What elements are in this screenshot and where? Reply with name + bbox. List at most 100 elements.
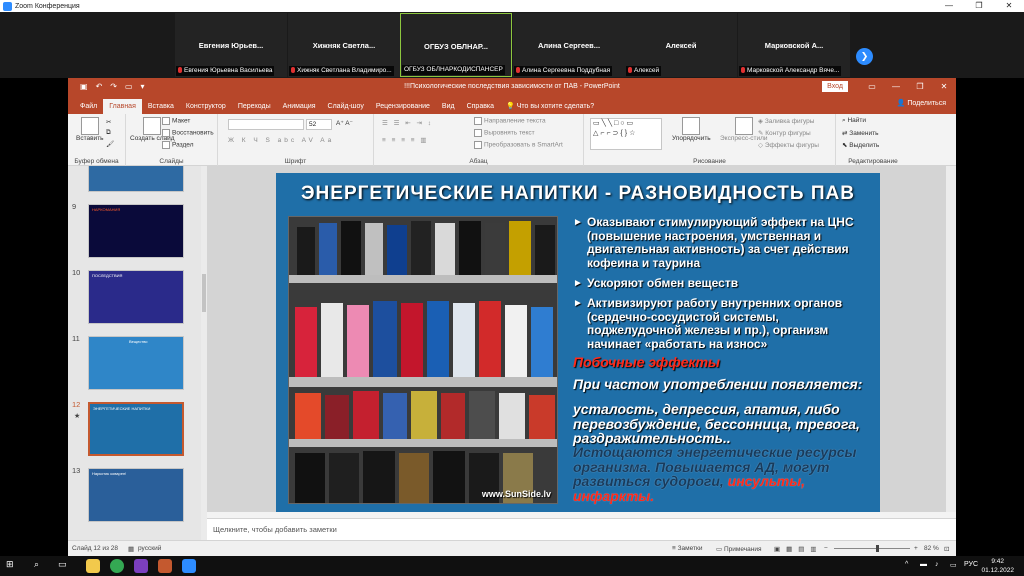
- symptoms-text[interactable]: усталость, депрессия, апатия, либо перев…: [573, 402, 878, 446]
- slide-thumbnail[interactable]: 9 НАРКОМАНИЯ: [68, 202, 201, 262]
- minimize-icon[interactable]: —: [884, 78, 908, 95]
- tab-insert[interactable]: Вставка: [142, 99, 180, 114]
- paste-button[interactable]: Вставить: [76, 117, 104, 142]
- battery-icon[interactable]: ▭: [950, 561, 957, 569]
- zoom-taskbar-icon[interactable]: [182, 559, 196, 573]
- participant-tile[interactable]: Марковской А... Марковской Александр Вяч…: [738, 13, 850, 77]
- shapes-gallery[interactable]: ▭╲╲□○▭ △⌐⌐⊃{}☆: [590, 118, 662, 150]
- align-text-button[interactable]: Выровнять текст: [474, 129, 535, 137]
- zoom-out-icon[interactable]: −: [824, 545, 828, 552]
- section-button[interactable]: Раздел: [162, 141, 193, 149]
- slide-thumbnail[interactable]: 11 Вещество: [68, 334, 201, 394]
- side-effects-heading[interactable]: Побочные эффекты: [573, 354, 720, 370]
- editor-scrollbar[interactable]: [946, 166, 956, 512]
- view-buttons[interactable]: ▣▦▤▥: [774, 545, 823, 553]
- font-name-combo[interactable]: [228, 119, 304, 130]
- layout-button[interactable]: Макет: [162, 117, 190, 125]
- align-buttons[interactable]: ≡ ≡ ≡ ≡ ▥: [382, 136, 429, 144]
- tab-transitions[interactable]: Переходы: [232, 99, 277, 114]
- participant-tile[interactable]: Евгения Юрьев... Евгения Юрьевна Василье…: [175, 13, 287, 77]
- ribbon-display-icon[interactable]: ▭: [860, 78, 884, 95]
- smartart-button[interactable]: Преобразовать в SmartArt: [474, 141, 563, 149]
- maximize-icon[interactable]: ❐: [964, 0, 994, 12]
- slide-thumbnail[interactable]: 10 ПОСЛЕДСТВИЯ: [68, 268, 201, 328]
- app-icon[interactable]: [134, 559, 148, 573]
- redo-icon[interactable]: ↷: [110, 82, 117, 91]
- chrome-icon[interactable]: [110, 559, 124, 573]
- comments-button[interactable]: ▭ Примечания: [716, 545, 761, 553]
- zoom-in-icon[interactable]: +: [914, 545, 918, 552]
- zoom-slider-thumb[interactable]: [876, 545, 879, 552]
- customize-toolbar-icon[interactable]: ▾: [141, 82, 145, 91]
- bullet-stimulating-effect[interactable]: ► Оказывают стимулирующий эффект на ЦНС …: [573, 215, 873, 270]
- search-icon[interactable]: ⌕: [34, 559, 39, 570]
- spellcheck-icon[interactable]: ▦: [128, 545, 134, 553]
- notes-pane[interactable]: Щелкните, чтобы добавить заметки: [207, 518, 956, 540]
- list-buttons[interactable]: ☰ ☰ ⇤ ⇥ ↕: [382, 119, 433, 127]
- replace-button[interactable]: ⇄ Заменить: [842, 129, 878, 137]
- shape-effects-button[interactable]: ◇ Эффекты фигуры: [758, 141, 819, 149]
- tab-file[interactable]: Файл: [74, 99, 103, 114]
- copy-icon[interactable]: ⧉: [106, 129, 111, 137]
- frequent-use-text[interactable]: При частом употреблении появляется:: [573, 377, 878, 392]
- arrange-button[interactable]: Упорядочить: [672, 117, 711, 142]
- energy-drinks-photo[interactable]: www.SunSide.lv: [288, 216, 558, 504]
- minimize-icon[interactable]: —: [934, 0, 964, 12]
- fit-to-window-icon[interactable]: ⊡: [944, 545, 949, 553]
- restore-icon[interactable]: ❐: [908, 78, 932, 95]
- start-icon[interactable]: ⊞: [6, 559, 14, 570]
- tab-slideshow[interactable]: Слайд-шоу: [322, 99, 370, 114]
- slide-thumbnail-selected[interactable]: 12 ★ ЭНЕРГЕТИЧЕСКИЕ НАПИТКИ: [68, 400, 201, 460]
- text-direction-button[interactable]: Направление текста: [474, 117, 546, 125]
- depletion-text[interactable]: Истощаются энергетические ресурсы органи…: [573, 445, 878, 503]
- notes-button[interactable]: ≡ Заметки: [672, 545, 702, 552]
- cut-icon[interactable]: ✂: [106, 118, 111, 126]
- bullet-internal-organs[interactable]: ► Активизируют работу внутренних органов…: [573, 296, 873, 351]
- shape-fill-button[interactable]: ◈ Заливка фигуры: [758, 117, 814, 125]
- tab-design[interactable]: Конструктор: [180, 99, 232, 114]
- close-icon[interactable]: ✕: [932, 78, 956, 95]
- scrollbar-thumb[interactable]: [202, 274, 206, 312]
- current-slide[interactable]: ЭНЕРГЕТИЧЕСКИЕ НАПИТКИ - РАЗНОВИДНОСТЬ П…: [276, 173, 880, 512]
- tab-animations[interactable]: Анимация: [277, 99, 322, 114]
- participant-tile[interactable]: Алина Сергеев... Алина Сергеевна Поддубн…: [513, 13, 625, 77]
- volume-icon[interactable]: ♪: [935, 561, 939, 568]
- select-button[interactable]: ⬉ Выделить: [842, 141, 879, 149]
- tell-me-search[interactable]: 💡 Что вы хотите сделать?: [500, 99, 600, 114]
- language-indicator[interactable]: русский: [138, 545, 161, 552]
- slide-thumbnail[interactable]: [68, 166, 201, 196]
- clock[interactable]: 9:42 01.12.2022: [981, 557, 1014, 575]
- tab-help[interactable]: Справка: [461, 99, 500, 114]
- powerpoint-taskbar-icon[interactable]: [158, 559, 172, 573]
- tray-arrow-icon[interactable]: ^: [905, 561, 908, 568]
- slide-thumbnail[interactable]: 13 Наркотик коварен!: [68, 466, 201, 526]
- grow-font-icon[interactable]: A⁺ A⁻: [336, 119, 353, 127]
- tab-home[interactable]: Главная: [103, 99, 142, 114]
- next-participants-arrow-icon[interactable]: ❯: [856, 48, 873, 65]
- format-painter-icon[interactable]: 🖌: [106, 140, 114, 148]
- font-format-buttons[interactable]: Ж К Ч S abc AV Aa: [228, 137, 334, 144]
- participant-tile[interactable]: Алексей Алексей: [625, 13, 737, 77]
- file-explorer-icon[interactable]: [86, 559, 100, 573]
- start-slideshow-icon[interactable]: ▭: [125, 82, 133, 91]
- save-icon[interactable]: ▣: [80, 82, 88, 91]
- find-button[interactable]: ⌕ Найти: [842, 117, 866, 125]
- tab-view[interactable]: Вид: [436, 99, 461, 114]
- undo-icon[interactable]: ↶: [96, 82, 103, 91]
- network-icon[interactable]: ▬: [920, 561, 927, 568]
- font-size-combo[interactable]: 52: [306, 119, 332, 130]
- zoom-level[interactable]: 82 %: [924, 545, 939, 552]
- language-indicator[interactable]: РУС: [964, 561, 978, 568]
- bullet-metabolism[interactable]: ► Ускоряют обмен веществ: [573, 276, 873, 291]
- zoom-slider[interactable]: [834, 548, 910, 549]
- reset-button[interactable]: Восстановить: [162, 129, 214, 137]
- task-view-icon[interactable]: ▭: [58, 559, 67, 570]
- share-button[interactable]: 👤 Поделиться: [897, 99, 946, 107]
- participant-tile[interactable]: Хижняк Светла... Хижняк Светлана Владими…: [288, 13, 400, 77]
- login-button[interactable]: Вход: [822, 81, 848, 92]
- close-icon[interactable]: ✕: [994, 0, 1024, 12]
- shape-outline-button[interactable]: ✎ Контур фигуры: [758, 129, 811, 137]
- slide-title[interactable]: ЭНЕРГЕТИЧЕСКИЕ НАПИТКИ - РАЗНОВИДНОСТЬ П…: [276, 183, 880, 205]
- participant-tile-active-speaker[interactable]: ОГБУЗ ОБЛНАР... ОГБУЗ ОБЛНАРКОДИСПАНСЕР: [400, 13, 512, 77]
- tab-review[interactable]: Рецензирование: [370, 99, 436, 114]
